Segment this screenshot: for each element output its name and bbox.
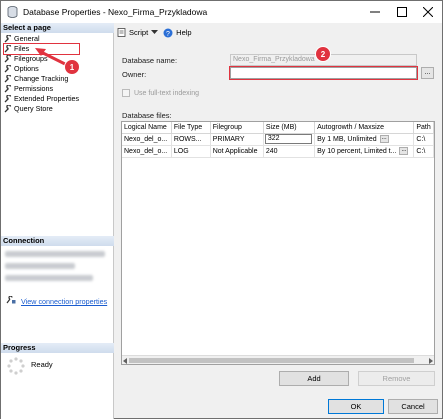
fulltext-label: Use full-text indexing bbox=[134, 89, 199, 97]
script-button[interactable]: Script bbox=[117, 28, 159, 37]
page-item-label: Options bbox=[14, 64, 39, 73]
maximize-button[interactable] bbox=[389, 1, 415, 23]
wrench-icon bbox=[4, 75, 12, 83]
redacted-connection-info bbox=[5, 251, 105, 257]
table-row[interactable]: Nexo_del_o... LOG Not Applicable 240 By … bbox=[122, 145, 434, 158]
remove-button: Remove bbox=[358, 371, 435, 386]
autogrowth-browse-button[interactable]: ... bbox=[379, 135, 389, 143]
fulltext-checkbox-row: Use full-text indexing bbox=[122, 89, 199, 97]
close-button[interactable] bbox=[415, 1, 441, 23]
size-input[interactable]: 322 bbox=[264, 134, 313, 144]
grid-header-row: Logical Name File Type Filegroup Size (M… bbox=[122, 122, 434, 134]
wrench-icon bbox=[4, 55, 12, 63]
page-item-label: Query Store bbox=[14, 104, 53, 113]
toolbar: Script ? Help bbox=[117, 26, 197, 39]
cell-logical-name[interactable]: Nexo_del_o... bbox=[122, 133, 172, 146]
minimize-button[interactable] bbox=[362, 1, 388, 23]
close-icon bbox=[423, 7, 433, 17]
cell-autogrowth: By 1 MB, Unlimited... bbox=[314, 133, 415, 146]
page-item-files[interactable]: Files bbox=[2, 43, 81, 55]
scroll-right-icon[interactable] bbox=[429, 358, 433, 364]
wrench-icon bbox=[4, 105, 12, 113]
column-header-logical-name[interactable]: Logical Name bbox=[122, 122, 172, 134]
cell-autogrowth: By 10 percent, Limited t...... bbox=[314, 145, 415, 158]
page-item-general[interactable]: General bbox=[4, 34, 79, 44]
database-files-label: Database files: bbox=[122, 111, 172, 120]
wrench-icon bbox=[4, 95, 12, 103]
autogrowth-browse-button[interactable]: ... bbox=[399, 147, 409, 155]
column-header-file-type[interactable]: File Type bbox=[171, 122, 211, 134]
horizontal-scrollbar[interactable] bbox=[122, 355, 434, 364]
column-header-autogrowth[interactable]: Autogrowth / Maxsize bbox=[314, 122, 415, 134]
column-header-path[interactable]: Path bbox=[413, 122, 434, 134]
fulltext-checkbox bbox=[122, 89, 130, 97]
progress-header: Progress bbox=[1, 343, 114, 353]
page-item-change-tracking[interactable]: Change Tracking bbox=[4, 74, 79, 84]
cancel-button[interactable]: Cancel bbox=[388, 399, 438, 414]
connection-properties-icon bbox=[6, 295, 16, 304]
owner-field[interactable] bbox=[229, 66, 418, 80]
database-properties-window: Database Properties - Nexo_Firma_Przykla… bbox=[0, 0, 443, 419]
page-item-query-store[interactable]: Query Store bbox=[4, 104, 79, 114]
redacted-connection-info bbox=[5, 275, 93, 281]
add-button[interactable]: Add bbox=[279, 371, 349, 386]
owner-label: Owner: bbox=[122, 70, 147, 79]
scroll-left-icon[interactable] bbox=[123, 358, 127, 364]
autogrowth-value: By 10 percent, Limited t... bbox=[317, 147, 397, 155]
page-item-label: Files bbox=[14, 44, 30, 53]
svg-text:?: ? bbox=[166, 31, 170, 38]
annotation-badge-1: 1 bbox=[64, 59, 80, 75]
cell-filegroup: Not Applicable bbox=[210, 145, 264, 158]
page-item-extended-properties[interactable]: Extended Properties bbox=[4, 94, 79, 104]
view-connection-properties[interactable]: View connection properties bbox=[6, 295, 107, 306]
help-label: Help bbox=[176, 28, 192, 37]
page-item-label: Extended Properties bbox=[14, 94, 80, 103]
select-page-header: Select a page bbox=[1, 23, 114, 33]
cell-size[interactable]: 240 bbox=[263, 145, 316, 158]
progress-spinner-icon bbox=[7, 357, 25, 375]
page-item-label: General bbox=[14, 34, 40, 43]
column-header-size[interactable]: Size (MB) bbox=[263, 122, 316, 134]
connection-header: Connection bbox=[1, 236, 114, 246]
wrench-icon bbox=[4, 65, 12, 73]
script-label: Script bbox=[129, 28, 149, 37]
database-name-label: Database name: bbox=[122, 56, 178, 65]
chevron-down-icon bbox=[151, 30, 159, 34]
wrench-icon bbox=[4, 45, 12, 53]
maximize-icon bbox=[397, 7, 407, 17]
page-item-label: Filegroups bbox=[14, 54, 48, 63]
page-item-label: Change Tracking bbox=[14, 74, 69, 83]
column-header-filegroup[interactable]: Filegroup bbox=[210, 122, 264, 134]
database-icon bbox=[7, 6, 18, 18]
owner-browse-button[interactable]: ... bbox=[421, 67, 434, 79]
title-bar[interactable]: Database Properties - Nexo_Firma_Przykla… bbox=[1, 1, 442, 23]
ok-button[interactable]: OK bbox=[328, 399, 384, 414]
page-item-permissions[interactable]: Permissions bbox=[4, 84, 79, 94]
scrollbar-thumb[interactable] bbox=[129, 358, 414, 363]
database-files-grid[interactable]: Logical Name File Type Filegroup Size (M… bbox=[121, 121, 435, 365]
left-panel: Select a page General Files Filegroups O… bbox=[1, 23, 114, 419]
cell-logical-name[interactable]: Nexo_del_o... bbox=[122, 145, 172, 158]
wrench-icon bbox=[4, 35, 12, 43]
autogrowth-value: By 1 MB, Unlimited bbox=[317, 135, 377, 143]
window-title: Database Properties - Nexo_Firma_Przykla… bbox=[23, 7, 208, 17]
annotation-badge-2: 2 bbox=[315, 46, 331, 62]
progress-status: Ready bbox=[31, 360, 53, 369]
wrench-icon bbox=[4, 85, 12, 93]
script-icon bbox=[117, 28, 126, 37]
help-button[interactable]: ? Help bbox=[163, 28, 192, 38]
cell-file-type: ROWS... bbox=[171, 133, 211, 146]
view-connection-properties-link[interactable]: View connection properties bbox=[21, 297, 107, 306]
cell-path: C:\ bbox=[413, 145, 434, 158]
cell-file-type: LOG bbox=[171, 145, 211, 158]
page-item-label: Permissions bbox=[14, 84, 54, 93]
cell-path: C:\ bbox=[413, 133, 434, 146]
cell-size[interactable]: 322 bbox=[263, 133, 316, 146]
redacted-connection-info bbox=[5, 263, 75, 269]
help-icon: ? bbox=[163, 28, 173, 38]
cell-filegroup: PRIMARY bbox=[210, 133, 264, 146]
minimize-icon bbox=[370, 11, 380, 13]
table-row[interactable]: Nexo_del_o... ROWS... PRIMARY 322 By 1 M… bbox=[122, 133, 434, 146]
